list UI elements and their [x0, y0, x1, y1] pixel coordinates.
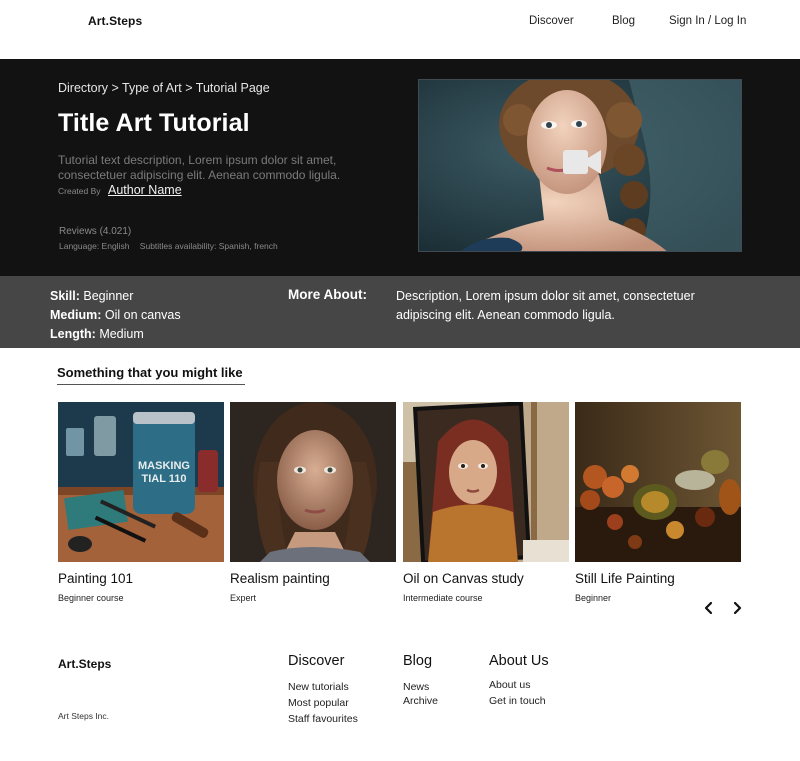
site-logo[interactable]: Art.Steps	[88, 14, 142, 28]
footer-column-discover: Discover New tutorials Most popular Staf…	[288, 653, 358, 727]
skill-label: Skill:	[50, 289, 80, 303]
oil-canvas-study-image	[403, 402, 569, 562]
footer-column-blog: Blog News Archive	[403, 653, 438, 709]
course-card[interactable]: Realism painting Expert	[230, 402, 396, 603]
course-card[interactable]: Oil on Canvas study Intermediate course	[403, 402, 569, 603]
footer-link[interactable]: Archive	[403, 693, 438, 709]
course-title[interactable]: Oil on Canvas study	[403, 571, 569, 586]
created-by-label: Created By	[58, 186, 101, 196]
footer-column-about: About Us About us Get in touch	[489, 653, 549, 709]
chevron-left-icon[interactable]	[701, 600, 717, 616]
footer-link[interactable]: About us	[489, 677, 549, 693]
course-level: Beginner course	[58, 593, 124, 603]
still-life-image	[575, 402, 741, 562]
course-title[interactable]: Still Life Painting	[575, 571, 741, 586]
footer-heading: Blog	[403, 653, 433, 669]
nav-discover-link[interactable]: Discover	[529, 15, 574, 27]
length-label: Length:	[50, 327, 96, 341]
footer-heading: Discover	[288, 653, 345, 669]
tutorial-description: Tutorial text description, Lorem ipsum d…	[58, 153, 341, 182]
footer-link[interactable]: New tutorials	[288, 679, 358, 695]
jar-label-line-2: TIAL 110	[141, 473, 186, 485]
medium-label: Medium:	[50, 308, 102, 322]
course-level: Intermediate course	[403, 593, 483, 603]
subtitles-label: Subtitles availability: Spanish, french	[139, 241, 278, 251]
tutorial-video-player[interactable]	[418, 79, 742, 252]
chevron-right-icon[interactable]	[729, 600, 745, 616]
footer-link[interactable]: Staff favourites	[288, 711, 358, 727]
course-thumbnail[interactable]	[575, 402, 741, 562]
top-navigation-bar: Art.Steps Discover Blog Sign In / Log In	[0, 0, 800, 59]
more-about-description: Description, Lorem ipsum dolor sit amet,…	[396, 289, 695, 322]
language-info: Language: English Subtitles availability…	[59, 241, 278, 251]
page-title: Title Art Tutorial	[58, 109, 250, 137]
video-camera-icon[interactable]	[563, 149, 601, 175]
length-row: Length: Medium	[50, 325, 181, 344]
course-level: Expert	[230, 593, 257, 603]
course-title[interactable]: Realism painting	[230, 571, 396, 586]
recommendations-heading: Something that you might like	[57, 365, 243, 380]
medium-row: Medium: Oil on canvas	[50, 306, 181, 325]
language-label: Language: English	[59, 241, 130, 251]
nav-blog-link[interactable]: Blog	[612, 15, 635, 27]
footer-logo[interactable]: Art.Steps	[58, 657, 111, 671]
footer-link[interactable]: Most popular	[288, 695, 358, 711]
tutorial-attributes: Skill: Beginner Medium: Oil on canvas Le…	[50, 287, 181, 344]
course-card[interactable]: MASKING TIAL 110 Painting 101 Beginner c…	[58, 402, 224, 603]
art-supplies-image: MASKING TIAL 110	[58, 402, 224, 562]
course-thumbnail[interactable]: MASKING TIAL 110	[58, 402, 224, 562]
skill-row: Skill: Beginner	[50, 287, 181, 306]
footer-heading: About Us	[489, 653, 549, 669]
company-name: Art Steps Inc.	[58, 711, 110, 721]
course-card[interactable]: Still Life Painting Beginner	[575, 402, 741, 603]
reviews-count[interactable]: Reviews (4.021)	[59, 226, 131, 237]
skill-value: Beginner	[83, 289, 134, 303]
author-link[interactable]: Author Name	[108, 183, 182, 197]
more-about-label: More About:	[288, 287, 367, 302]
footer-link[interactable]: Get in touch	[489, 693, 549, 709]
medium-value: Oil on canvas	[104, 308, 181, 322]
heading-underline	[57, 384, 245, 385]
tutorial-details-band: Skill: Beginner Medium: Oil on canvas Le…	[0, 276, 800, 348]
length-value: Medium	[99, 327, 144, 341]
breadcrumb[interactable]: Directory > Type of Art > Tutorial Page	[58, 81, 270, 95]
course-title[interactable]: Painting 101	[58, 571, 224, 586]
jar-label-line-1: MASKING	[138, 460, 190, 472]
course-thumbnail[interactable]	[403, 402, 569, 562]
nav-signin-link[interactable]: Sign In / Log In	[669, 15, 746, 27]
realism-portrait-image	[230, 402, 396, 562]
course-thumbnail[interactable]	[230, 402, 396, 562]
